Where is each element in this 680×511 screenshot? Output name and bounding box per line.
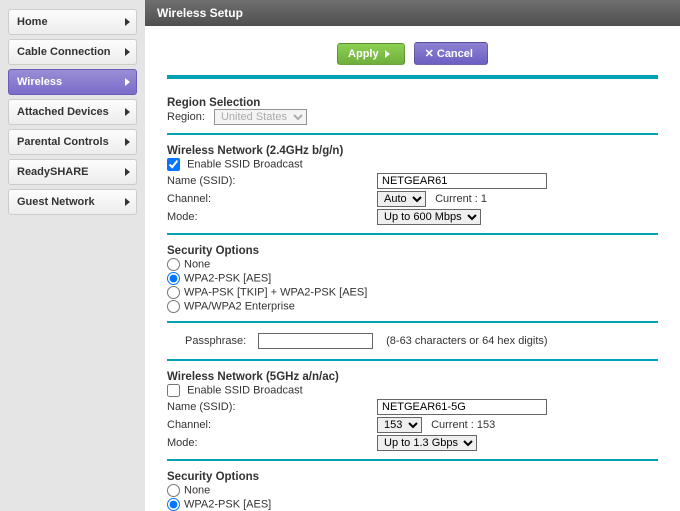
channel-24-select[interactable]: Auto	[377, 191, 426, 207]
radio-label: WPA2-PSK [AES]	[184, 272, 271, 284]
mode-5-select[interactable]: Up to 1.3 Gbps	[377, 435, 477, 451]
radio-label: WPA2-PSK [AES]	[184, 498, 271, 510]
divider	[167, 321, 658, 323]
nav-guest-network[interactable]: Guest Network	[8, 189, 137, 215]
nav-label: Home	[17, 16, 48, 28]
ssid-5-input[interactable]	[377, 399, 547, 415]
sidebar: Home Cable Connection Wireless Attached …	[0, 0, 145, 511]
nav-label: Wireless	[17, 76, 62, 88]
main-panel: Wireless Setup Apply ✕Cancel Region Sele…	[145, 0, 680, 511]
apply-button[interactable]: Apply	[337, 43, 405, 65]
region-label: Region:	[167, 111, 205, 123]
current-label: Current :	[431, 419, 474, 431]
button-label: Cancel	[437, 48, 473, 60]
enable-ssid-5: Enable SSID Broadcast	[167, 384, 658, 397]
mode-5-label: Mode:	[167, 437, 377, 449]
security-5-header: Security Options	[167, 471, 658, 483]
passphrase-label: Passphrase:	[167, 335, 255, 347]
chevron-right-icon	[125, 108, 130, 116]
ssid-5-label: Name (SSID):	[167, 401, 377, 413]
chevron-right-icon	[125, 18, 130, 26]
nav-parental-controls[interactable]: Parental Controls	[8, 129, 137, 155]
wireless-24-header: Wireless Network (2.4GHz b/g/n)	[167, 145, 658, 157]
ssid-24-label: Name (SSID):	[167, 175, 377, 187]
divider	[167, 359, 658, 361]
chevron-right-icon	[125, 198, 130, 206]
channel-5-label: Channel:	[167, 419, 377, 431]
sec24-none-radio[interactable]	[167, 258, 180, 271]
ssid-24-input[interactable]	[377, 173, 547, 189]
cancel-button[interactable]: ✕Cancel	[414, 42, 488, 65]
divider	[167, 233, 658, 235]
enable-ssid-5-checkbox[interactable]	[167, 384, 180, 397]
checkbox-label: Enable SSID Broadcast	[187, 384, 303, 396]
region-row: Region: United States	[167, 109, 658, 125]
region-header: Region Selection	[167, 97, 658, 109]
mode-24-label: Mode:	[167, 211, 377, 223]
chevron-right-icon	[125, 138, 130, 146]
region-select[interactable]: United States	[214, 109, 307, 125]
chevron-right-icon	[125, 168, 130, 176]
action-bar: Apply ✕Cancel	[145, 26, 680, 75]
passphrase-hint: (8-63 characters or 64 hex digits)	[386, 335, 547, 347]
nav-attached-devices[interactable]: Attached Devices	[8, 99, 137, 125]
wireless-5-header: Wireless Network (5GHz a/n/ac)	[167, 371, 658, 383]
divider	[167, 133, 658, 135]
chevron-right-icon	[125, 48, 130, 56]
passphrase-row: Passphrase: (8-63 characters or 64 hex d…	[167, 333, 658, 349]
mode-24-select[interactable]: Up to 600 Mbps	[377, 209, 481, 225]
content-area[interactable]: Region Selection Region: United States W…	[145, 75, 680, 511]
close-icon: ✕	[425, 48, 434, 60]
nav-label: ReadySHARE	[17, 166, 89, 178]
page-title: Wireless Setup	[145, 0, 680, 26]
channel-24-current: 1	[481, 193, 487, 205]
nav-label: Guest Network	[17, 196, 95, 208]
chevron-right-icon	[125, 78, 130, 86]
nav-home[interactable]: Home	[8, 9, 137, 35]
sec24-mixed-radio[interactable]	[167, 286, 180, 299]
checkbox-label: Enable SSID Broadcast	[187, 158, 303, 170]
security-24-header: Security Options	[167, 245, 658, 257]
channel-24-label: Channel:	[167, 193, 377, 205]
nav-wireless[interactable]: Wireless	[8, 69, 137, 95]
nav-label: Cable Connection	[17, 46, 111, 58]
radio-label: None	[184, 258, 210, 270]
radio-label: WPA-PSK [TKIP] + WPA2-PSK [AES]	[184, 286, 367, 298]
channel-5-current: 153	[477, 419, 495, 431]
enable-ssid-24: Enable SSID Broadcast	[167, 158, 658, 171]
sec24-wpa2-radio[interactable]	[167, 272, 180, 285]
sec5-none-radio[interactable]	[167, 484, 180, 497]
sec24-ent-radio[interactable]	[167, 300, 180, 313]
sec5-wpa2-radio[interactable]	[167, 498, 180, 511]
divider	[167, 459, 658, 461]
radio-label: None	[184, 484, 210, 496]
nav-cable-connection[interactable]: Cable Connection	[8, 39, 137, 65]
enable-ssid-24-checkbox[interactable]	[167, 158, 180, 171]
passphrase-input[interactable]	[258, 333, 373, 349]
nav-readyshare[interactable]: ReadySHARE	[8, 159, 137, 185]
radio-label: WPA/WPA2 Enterprise	[184, 300, 295, 312]
button-label: Apply	[348, 48, 379, 60]
channel-5-select[interactable]: 153	[377, 417, 422, 433]
nav-label: Attached Devices	[17, 106, 109, 118]
nav-label: Parental Controls	[17, 136, 109, 148]
chevron-right-icon	[385, 50, 390, 58]
current-label: Current :	[435, 193, 478, 205]
